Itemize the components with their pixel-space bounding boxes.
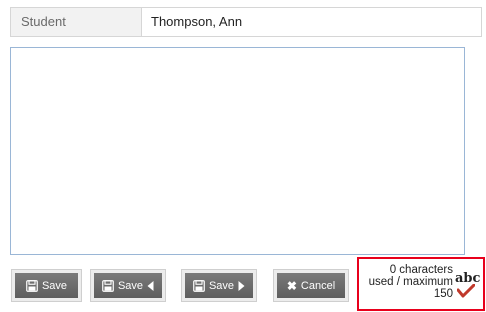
student-label: Student xyxy=(11,8,142,36)
student-row: Student Thompson, Ann xyxy=(10,7,482,37)
save-button-label: Save xyxy=(41,279,68,292)
spellcheck-icon[interactable]: abc xyxy=(453,271,480,301)
save-next-label: Save xyxy=(208,279,235,292)
character-counter: 0 characters used / maximum 150 abc xyxy=(357,257,485,311)
character-count-text: 0 characters used / maximum 150 xyxy=(368,264,453,300)
check-mark-icon xyxy=(457,284,475,298)
floppy-disk-icon xyxy=(193,279,205,292)
save-previous-button[interactable]: Save xyxy=(90,269,166,302)
student-name: Thompson, Ann xyxy=(151,14,243,29)
save-next-button[interactable]: Save xyxy=(181,269,257,302)
save-button[interactable]: Save xyxy=(11,269,82,302)
arrow-left-icon xyxy=(147,280,154,291)
cancel-button[interactable]: ✖ Cancel xyxy=(273,269,349,302)
cancel-button-label: Cancel xyxy=(300,279,336,292)
x-icon: ✖ xyxy=(286,278,297,293)
floppy-disk-icon xyxy=(102,279,114,292)
arrow-right-icon xyxy=(238,280,245,291)
comment-textarea[interactable] xyxy=(10,47,465,255)
floppy-disk-icon xyxy=(26,279,38,292)
save-previous-label: Save xyxy=(117,279,144,292)
